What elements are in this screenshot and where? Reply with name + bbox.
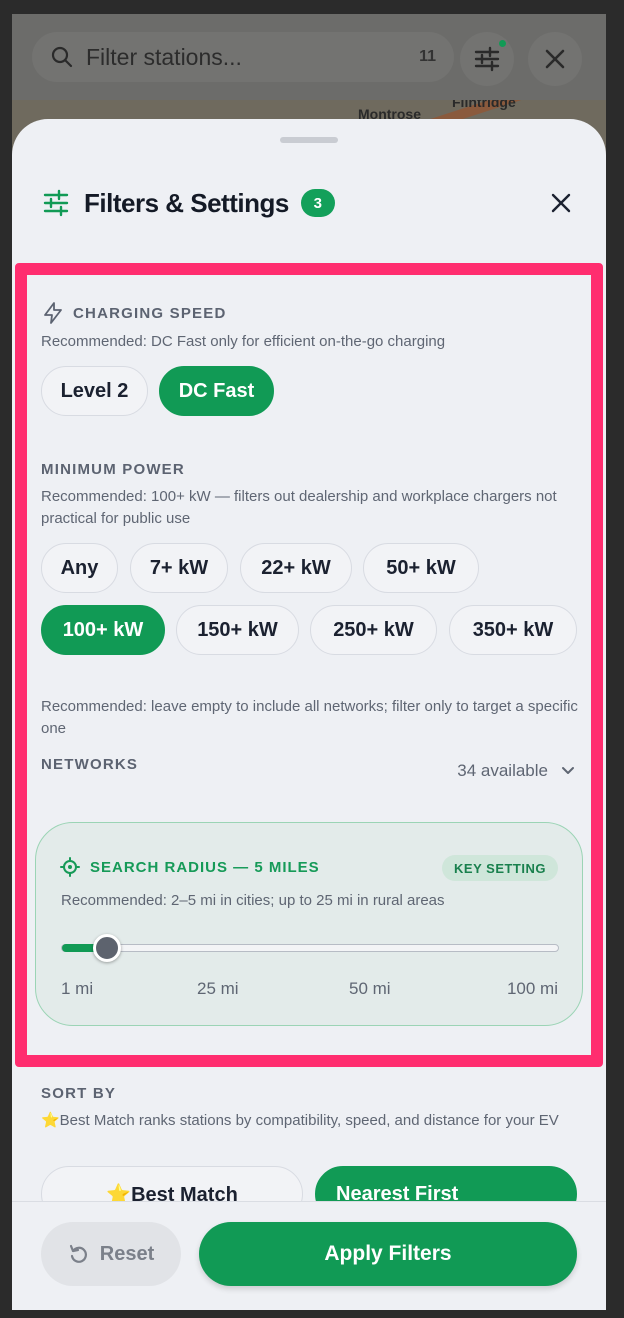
reset-button[interactable]: Reset — [41, 1222, 181, 1286]
minimum-power-title: MINIMUM POWER — [41, 461, 185, 478]
close-icon — [545, 49, 565, 69]
chip-power-22kw[interactable]: 22+ kW — [240, 543, 352, 593]
sheet-footer: Reset Apply Filters — [12, 1201, 606, 1310]
lightning-icon — [44, 302, 62, 324]
chip-power-7kw[interactable]: 7+ kW — [130, 543, 228, 593]
reset-icon — [69, 1244, 87, 1263]
chip-power-50kw[interactable]: 50+ kW — [363, 543, 479, 593]
sliders-icon — [43, 189, 69, 217]
close-sheet-button[interactable] — [546, 188, 576, 218]
networks-title: NETWORKS — [41, 756, 139, 773]
search-input[interactable]: Filter stations... 11 — [32, 32, 454, 82]
filters-sheet: Filters & Settings 3 CHARGING SPEED Reco… — [12, 119, 606, 1310]
chevron-down-icon — [562, 767, 574, 774]
sliders-icon — [474, 46, 500, 72]
chip-power-any[interactable]: Any — [41, 543, 118, 593]
search-bar-area: Filter stations... 11 — [12, 14, 606, 100]
radius-tick-100mi: 100 mi — [506, 979, 558, 998]
sort-by-hint: ⭐Best Match ranks stations by compatibil… — [41, 1112, 559, 1129]
filter-button[interactable] — [460, 32, 514, 86]
networks-hint: Recommended: leave empty to include all … — [41, 698, 578, 737]
charging-speed-hint: Recommended: DC Fast only for efficient … — [41, 333, 446, 350]
minimum-power-hint: Recommended: 100+ kW — filters out deale… — [41, 488, 557, 527]
radius-slider-thumb[interactable] — [93, 934, 122, 962]
phone-screen: Filter stations... 11 Montrose Flintridg… — [12, 14, 606, 1310]
active-filters-badge: 3 — [300, 189, 335, 217]
map-label-flintridge: Flintridge — [452, 100, 516, 110]
search-radius-title: SEARCH RADIUS — 5 MILES — [90, 859, 320, 876]
radius-tick-1mi: 1 mi — [61, 979, 94, 998]
sort-by-title: SORT BY — [41, 1085, 117, 1102]
search-radius-hint: Recommended: 2–5 mi in cities; up to 25 … — [61, 892, 445, 909]
chip-power-100kw[interactable]: 100+ kW — [41, 605, 165, 655]
key-setting-badge: KEY SETTING — [442, 855, 558, 881]
radius-tick-50mi: 50 mi — [349, 979, 391, 998]
radius-tick-25mi: 25 mi — [197, 979, 239, 998]
chip-power-150kw[interactable]: 150+ kW — [176, 605, 299, 655]
close-icon — [551, 193, 571, 213]
networks-dropdown[interactable]: 34 available — [457, 761, 576, 781]
chip-dc-fast[interactable]: DC Fast — [159, 366, 274, 416]
target-icon — [60, 857, 80, 877]
close-search-button[interactable] — [528, 32, 582, 86]
chip-power-250kw[interactable]: 250+ kW — [310, 605, 437, 655]
search-placeholder: Filter stations... — [86, 43, 242, 70]
search-radius-card: SEARCH RADIUS — 5 MILES KEY SETTING Reco… — [35, 822, 583, 1026]
sheet-drag-handle[interactable] — [280, 137, 338, 143]
chip-power-350kw[interactable]: 350+ kW — [449, 605, 577, 655]
search-icon — [51, 46, 73, 68]
active-filter-dot — [497, 38, 508, 49]
sheet-header: Filters & Settings 3 — [42, 183, 576, 223]
sheet-title: Filters & Settings — [84, 187, 289, 218]
radius-slider[interactable] — [61, 934, 559, 962]
result-count: 11 — [419, 48, 436, 65]
reset-label: Reset — [99, 1242, 155, 1265]
networks-available: 34 available — [457, 761, 548, 780]
apply-filters-button[interactable]: Apply Filters — [199, 1222, 577, 1286]
chip-level-2[interactable]: Level 2 — [41, 366, 148, 416]
charging-speed-title: CHARGING SPEED — [73, 305, 227, 322]
